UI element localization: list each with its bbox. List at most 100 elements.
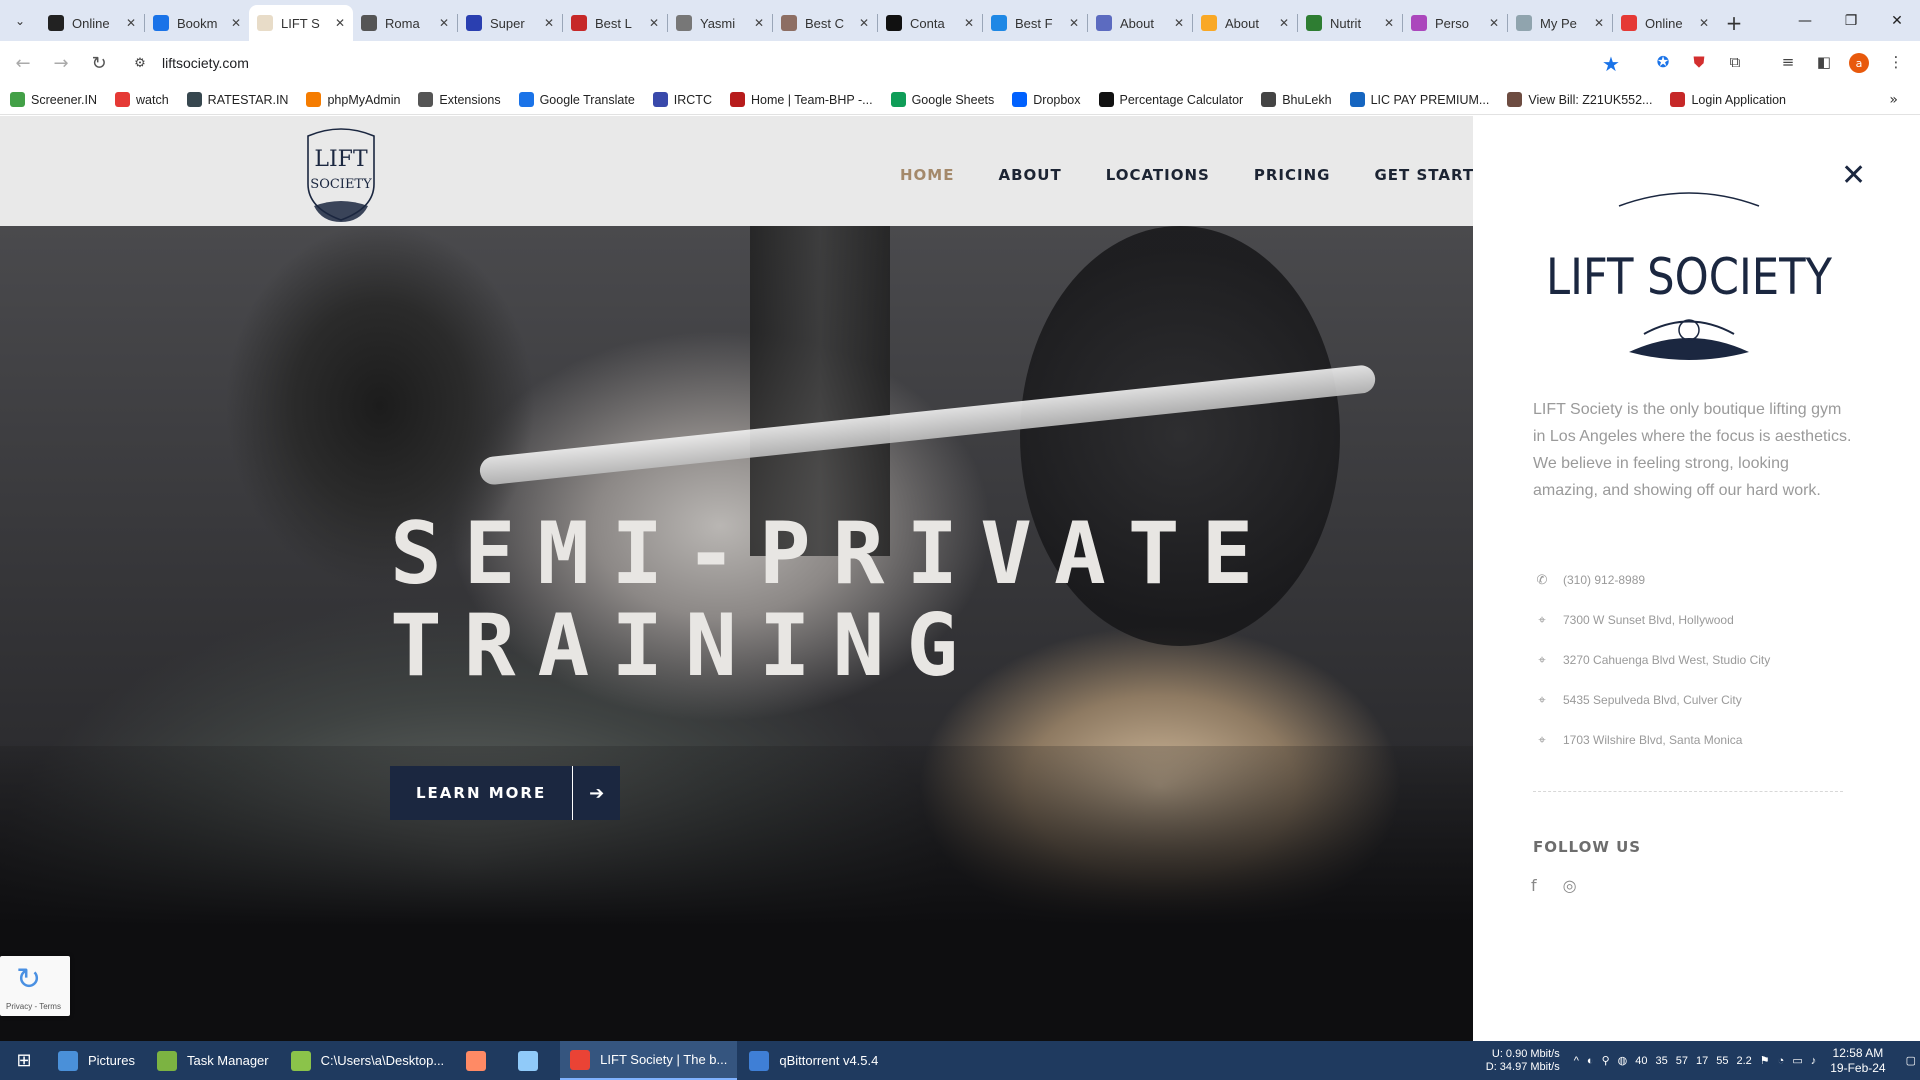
bookmarks-overflow-icon[interactable]: » — [1889, 92, 1898, 108]
taskbar-app[interactable]: Task Manager — [147, 1041, 279, 1080]
taskbar-app[interactable] — [456, 1041, 506, 1080]
profile-avatar[interactable]: a — [1849, 53, 1869, 73]
browser-tab[interactable]: Nutrit ✕ — [1298, 5, 1402, 41]
learn-more-button[interactable]: LEARN MORE ➔ — [390, 766, 621, 820]
restore-button[interactable]: ❐ — [1828, 0, 1874, 41]
instagram-icon[interactable]: ◎ — [1563, 876, 1577, 895]
tray-globe-icon[interactable]: ◍ — [1618, 1054, 1628, 1067]
browser-tab[interactable]: Super ✕ — [458, 5, 562, 41]
bookmark-item[interactable]: LIC PAY PREMIUM... — [1349, 92, 1489, 107]
nav-link-about[interactable]: ABOUT — [998, 166, 1061, 184]
bookmark-item[interactable]: Login Application — [1670, 92, 1786, 107]
nav-link-home[interactable]: HOME — [900, 166, 954, 184]
tray-readout: 35 — [1655, 1054, 1668, 1067]
taskbar-app[interactable]: C:\Users\a\Desktop... — [281, 1041, 455, 1080]
site-info-icon[interactable]: ⚙ — [130, 53, 150, 73]
notification-icon[interactable]: ▢ — [1906, 1054, 1916, 1067]
close-window-button[interactable]: ✕ — [1874, 0, 1920, 41]
extension-icon[interactable]: ✪ — [1651, 50, 1675, 74]
taskbar-app[interactable]: Pictures — [48, 1041, 145, 1080]
tray-flag-icon[interactable]: ⚑ — [1760, 1054, 1770, 1067]
shield-extension-icon[interactable]: ⛊ — [1687, 50, 1711, 74]
bookmark-item[interactable]: Google Translate — [518, 92, 635, 107]
taskbar-app[interactable]: LIFT Society | The b... — [560, 1041, 738, 1080]
tab-close-icon[interactable]: ✕ — [859, 16, 869, 30]
browser-tab[interactable]: Online ✕ — [40, 5, 144, 41]
bookmark-item[interactable]: watch — [115, 92, 169, 107]
new-tab-button[interactable]: + — [1717, 5, 1751, 41]
tab-close-icon[interactable]: ✕ — [1699, 16, 1709, 30]
bookmark-item[interactable]: Extensions — [418, 92, 501, 107]
tray-app-icon[interactable]: ◐ — [1587, 1055, 1594, 1067]
browser-tab[interactable]: Yasmi ✕ — [668, 5, 772, 41]
tab-close-icon[interactable]: ✕ — [439, 16, 449, 30]
omnibox[interactable]: ⚙ liftsociety.com — [122, 47, 1622, 79]
tab-close-icon[interactable]: ✕ — [1279, 16, 1289, 30]
bookmark-item[interactable]: RATESTAR.IN — [186, 92, 288, 107]
tray-search-icon[interactable]: ⚲ — [1602, 1054, 1610, 1067]
close-icon[interactable]: ✕ — [1841, 158, 1866, 193]
volume-icon[interactable]: ♪ — [1811, 1055, 1817, 1067]
tab-close-icon[interactable]: ✕ — [1174, 16, 1184, 30]
bookmark-item[interactable]: Google Sheets — [890, 92, 994, 107]
browser-tab[interactable]: My Pe ✕ — [1508, 5, 1612, 41]
bookmark-item[interactable]: IRCTC — [652, 92, 712, 107]
tab-close-icon[interactable]: ✕ — [1384, 16, 1394, 30]
network-icon[interactable]: ▭ — [1792, 1054, 1802, 1067]
bookmark-item[interactable]: Dropbox — [1012, 92, 1081, 107]
forward-button[interactable]: → — [46, 48, 76, 78]
site-logo[interactable]: LIFT SOCIETY — [300, 122, 382, 226]
contact-text[interactable]: (310) 912-8989 — [1563, 573, 1645, 587]
side-panel-icon[interactable]: ◧ — [1812, 50, 1836, 74]
browser-tab[interactable]: Conta ✕ — [878, 5, 982, 41]
browser-tab[interactable]: Best C ✕ — [773, 5, 877, 41]
tab-close-icon[interactable]: ✕ — [754, 16, 764, 30]
minimize-button[interactable]: — — [1782, 0, 1828, 41]
tab-close-icon[interactable]: ✕ — [1594, 16, 1604, 30]
reload-button[interactable]: ↻ — [84, 48, 114, 78]
bookmark-item[interactable]: Screener.IN — [10, 92, 97, 107]
bookmark-item[interactable]: phpMyAdmin — [306, 92, 400, 107]
browser-tab[interactable]: LIFT S ✕ — [249, 5, 353, 41]
tab-close-icon[interactable]: ✕ — [1489, 16, 1499, 30]
bookmark-item[interactable]: Percentage Calculator — [1098, 92, 1243, 107]
windows-start-icon[interactable]: ⊞ — [0, 1041, 48, 1080]
tab-close-icon[interactable]: ✕ — [544, 16, 554, 30]
tray-gauge-icon[interactable]: ◔ — [1778, 1055, 1785, 1067]
recaptcha-badge[interactable]: ↻ Privacy - Terms — [0, 956, 70, 1016]
browser-tab[interactable]: Bookm ✕ — [145, 5, 249, 41]
tab-close-icon[interactable]: ✕ — [126, 16, 136, 30]
tab-close-icon[interactable]: ✕ — [1069, 16, 1079, 30]
url-text[interactable]: liftsociety.com — [162, 55, 249, 71]
back-button[interactable]: ← — [8, 48, 38, 78]
taskbar-app[interactable]: qBittorrent v4.5.4 — [739, 1041, 888, 1080]
tab-close-icon[interactable]: ✕ — [231, 16, 241, 30]
tab-search-icon[interactable]: ⌄ — [0, 0, 40, 41]
nav-link-pricing[interactable]: PRICING — [1254, 166, 1331, 184]
nav-link-locations[interactable]: LOCATIONS — [1106, 166, 1210, 184]
clock[interactable]: 12:58 AM 19-Feb-24 — [1830, 1046, 1885, 1076]
tab-close-icon[interactable]: ✕ — [649, 16, 659, 30]
phone-icon: ✆ — [1536, 572, 1548, 588]
bookmark-star-icon[interactable]: ★ — [1602, 52, 1620, 76]
taskbar-app[interactable] — [508, 1041, 558, 1080]
bookmark-item[interactable]: BhuLekh — [1261, 92, 1332, 107]
browser-tab[interactable]: Roma ✕ — [353, 5, 457, 41]
bookmark-item[interactable]: View Bill: Z21UK552... — [1507, 92, 1652, 107]
media-control-icon[interactable]: ≡ — [1776, 50, 1800, 74]
tray-chevron-icon[interactable]: ^ — [1574, 1055, 1579, 1067]
browser-tab[interactable]: About ✕ — [1088, 5, 1192, 41]
bookmark-item[interactable]: Home | Team-BHP -... — [729, 92, 873, 107]
tab-close-icon[interactable]: ✕ — [335, 16, 345, 30]
browser-tab[interactable]: Best L ✕ — [563, 5, 667, 41]
browser-tab[interactable]: Perso ✕ — [1403, 5, 1507, 41]
recaptcha-links[interactable]: Privacy - Terms — [6, 1002, 61, 1011]
browser-tab[interactable]: Online ✕ — [1613, 5, 1717, 41]
tab-close-icon[interactable]: ✕ — [964, 16, 974, 30]
extensions-puzzle-icon[interactable]: ⧉ — [1723, 50, 1747, 74]
browser-tab[interactable]: Best F ✕ — [983, 5, 1087, 41]
taskbar-app-icon — [749, 1050, 770, 1071]
browser-menu-icon[interactable]: ⋮ — [1884, 50, 1908, 74]
facebook-icon[interactable]: f — [1531, 876, 1537, 895]
browser-tab[interactable]: About ✕ — [1193, 5, 1297, 41]
